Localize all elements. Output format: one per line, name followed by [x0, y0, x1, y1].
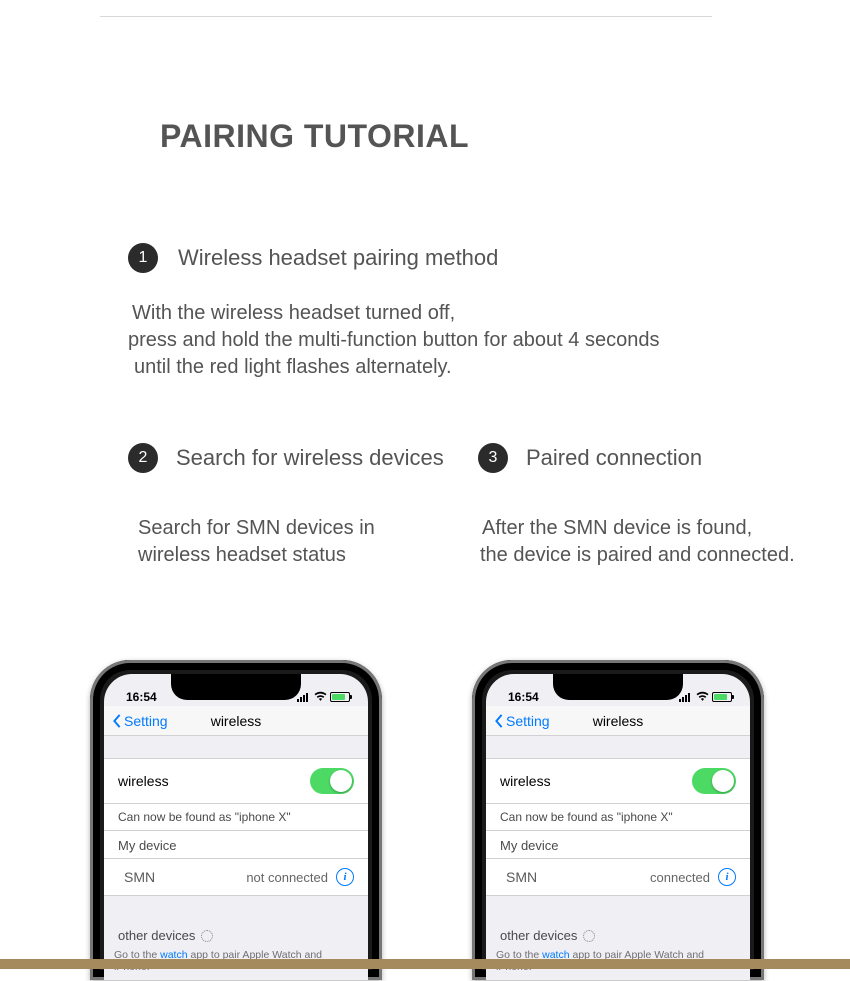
battery-icon — [330, 692, 350, 702]
phone-body: 16:54 Setting wireless wire — [90, 660, 382, 980]
phone-mockup-right: 16:54 Setting wireless wire — [472, 660, 764, 980]
device-status: connected — [650, 870, 710, 885]
signal-icon — [679, 693, 693, 702]
step-1-desc-line1: With the wireless headset turned off, — [132, 300, 659, 327]
status-time: 16:54 — [504, 690, 539, 704]
step-2-desc-line1: Search for SMN devices in — [138, 515, 375, 542]
info-icon[interactable]: i — [336, 868, 354, 886]
navbar: Setting wireless — [104, 706, 368, 736]
step-1-desc-line2: press and hold the multi-function button… — [128, 327, 659, 354]
wireless-toggle-row: wireless — [104, 758, 368, 804]
step-1-heading: Wireless headset pairing method — [178, 245, 498, 271]
device-row[interactable]: SMN not connected i — [104, 858, 368, 896]
other-devices-header: other devices — [486, 918, 750, 947]
step-2-heading: Search for wireless devices — [176, 445, 444, 471]
phone-mockup-left: 16:54 Setting wireless wire — [90, 660, 382, 980]
phone-screen-left: 16:54 Setting wireless wire — [104, 674, 368, 980]
step-3-header: 3 Paired connection — [478, 443, 702, 473]
step-3-description: After the SMN device is found, the devic… — [482, 515, 795, 569]
step-2-desc-line2: wireless headset status — [138, 542, 375, 569]
other-devices-header: other devices — [104, 918, 368, 947]
my-device-header: My device — [486, 830, 750, 858]
status-icons — [679, 690, 732, 704]
phone-notch — [171, 674, 301, 700]
device-status-group: not connected i — [246, 868, 354, 886]
step-badge-1: 1 — [128, 243, 158, 273]
step-2-header: 2 Search for wireless devices — [128, 443, 444, 473]
page-root: PAIRING TUTORIAL 1 Wireless headset pair… — [0, 0, 850, 981]
wifi-icon — [314, 690, 327, 704]
status-time: 16:54 — [122, 690, 157, 704]
device-row[interactable]: SMN connected i — [486, 858, 750, 896]
step-1-desc-line3: until the red light flashes alternately. — [134, 354, 659, 381]
spinner-icon — [201, 930, 213, 942]
device-status-group: connected i — [650, 868, 736, 886]
step-3-heading: Paired connection — [526, 445, 702, 471]
info-icon[interactable]: i — [718, 868, 736, 886]
step-1-header: 1 Wireless headset pairing method — [128, 243, 498, 273]
back-label: Setting — [124, 713, 168, 729]
other-devices-label: other devices — [500, 928, 577, 943]
divider — [100, 16, 712, 17]
chevron-left-icon — [494, 714, 504, 728]
back-label: Setting — [506, 713, 550, 729]
phone-notch — [553, 674, 683, 700]
back-button[interactable]: Setting — [104, 713, 168, 729]
step-badge-3: 3 — [478, 443, 508, 473]
wifi-icon — [696, 690, 709, 704]
device-name: SMN — [118, 869, 155, 885]
discoverable-text: Can now be found as "iphone X" — [486, 804, 750, 830]
page-title: PAIRING TUTORIAL — [160, 118, 469, 155]
device-name: SMN — [500, 869, 537, 885]
wireless-toggle[interactable] — [310, 768, 354, 794]
wireless-toggle[interactable] — [692, 768, 736, 794]
device-status: not connected — [246, 870, 328, 885]
step-2-description: Search for SMN devices in wireless heads… — [138, 515, 375, 569]
other-devices-label: other devices — [118, 928, 195, 943]
navbar: Setting wireless — [486, 706, 750, 736]
spinner-icon — [583, 930, 595, 942]
battery-icon — [712, 692, 732, 702]
my-device-header: My device — [104, 830, 368, 858]
step-3-desc-line2: the device is paired and connected. — [480, 542, 795, 569]
step-3-desc-line1: After the SMN device is found, — [482, 515, 795, 542]
back-button[interactable]: Setting — [486, 713, 550, 729]
wireless-label: wireless — [500, 773, 551, 789]
step-1-description: With the wireless headset turned off, pr… — [132, 300, 659, 381]
chevron-left-icon — [112, 714, 122, 728]
step-badge-2: 2 — [128, 443, 158, 473]
signal-icon — [297, 693, 311, 702]
wireless-toggle-row: wireless — [486, 758, 750, 804]
status-icons — [297, 690, 350, 704]
phone-screen-right: 16:54 Setting wireless wire — [486, 674, 750, 980]
gold-bottom-bar — [0, 959, 850, 969]
wireless-label: wireless — [118, 773, 169, 789]
phone-body: 16:54 Setting wireless wire — [472, 660, 764, 980]
discoverable-text: Can now be found as "iphone X" — [104, 804, 368, 830]
